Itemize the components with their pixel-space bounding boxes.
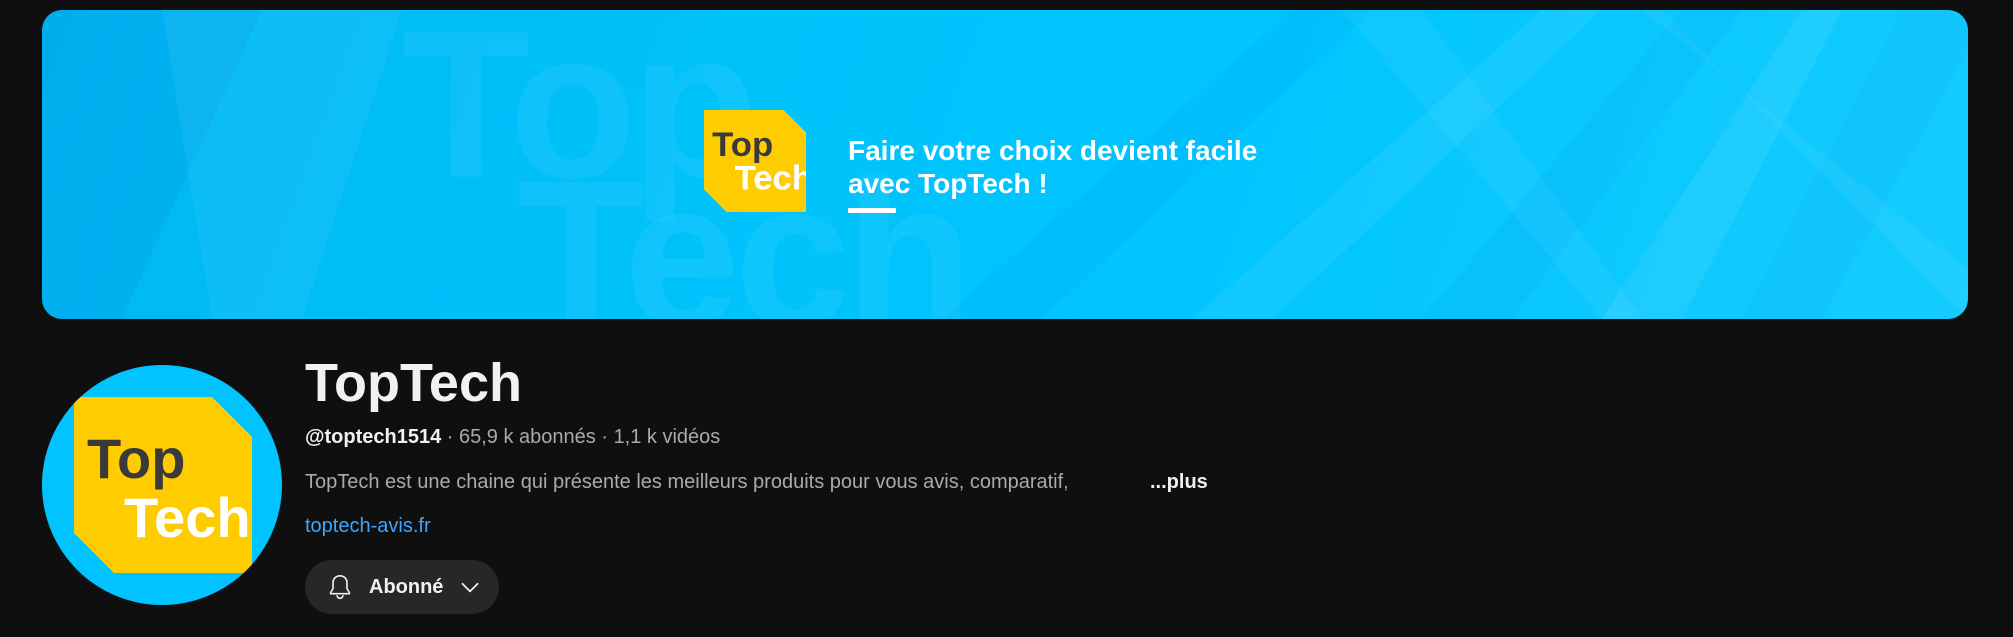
banner-tagline: Faire votre choix devient facile avec To…	[848, 134, 1257, 200]
banner-logo-top: Top	[712, 126, 773, 164]
channel-description[interactable]: TopTech est une chaine qui présente les …	[305, 470, 1125, 494]
channel-name: TopTech	[305, 353, 522, 413]
description-more-button[interactable]: ...plus	[1150, 470, 1208, 494]
channel-meta: @toptech1514 · 65,9 k abonnés · 1,1 k vi…	[305, 425, 720, 449]
bell-icon	[329, 574, 351, 599]
channel-website-link[interactable]: toptech-avis.fr	[305, 514, 431, 538]
subscribed-button-label: Abonné	[369, 575, 444, 598]
video-count: 1,1 k vidéos	[613, 426, 721, 448]
banner-tagline-line1: Faire votre choix devient facile	[848, 135, 1258, 166]
channel-banner: Top Tech Top Tech Faire votre choix devi…	[42, 10, 1968, 319]
meta-separator: ·	[441, 426, 459, 448]
chevron-down-icon	[461, 582, 479, 593]
avatar-logo-top: Top	[87, 427, 185, 490]
banner-logo-bottom: Tech	[735, 160, 806, 198]
avatar-logo: Top Tech	[74, 397, 252, 573]
avatar-logo-bottom: Tech	[124, 486, 251, 549]
subscribed-button[interactable]: Abonné	[305, 560, 499, 614]
banner-underline	[848, 208, 896, 213]
channel-description-text: TopTech est une chaine qui présente les …	[305, 471, 1069, 493]
subscriber-count: 65,9 k abonnés	[459, 426, 596, 448]
meta-separator: ·	[595, 426, 614, 448]
channel-avatar[interactable]: Top Tech	[42, 365, 282, 605]
banner-tagline-line2: avec TopTech !	[848, 168, 1048, 199]
toptech-logo: Top Tech	[704, 110, 806, 212]
channel-handle: @toptech1514	[305, 426, 442, 448]
